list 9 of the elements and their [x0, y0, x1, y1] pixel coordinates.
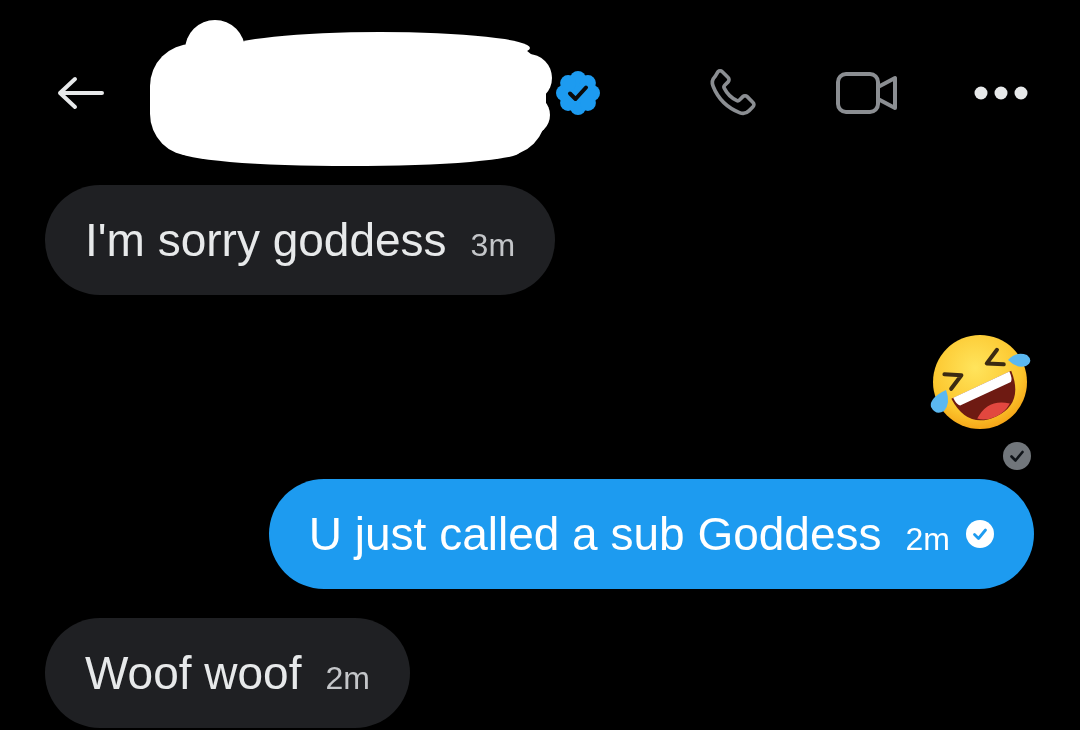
- message-time: 3m: [470, 226, 516, 265]
- message-text: Woof woof: [85, 648, 302, 698]
- video-camera-icon[interactable]: [836, 71, 898, 114]
- message-time: 2m: [325, 659, 370, 698]
- message-text: I'm sorry goddess: [85, 215, 447, 265]
- back-arrow-icon[interactable]: [55, 75, 105, 110]
- message-text: U just called a sub Goddess: [308, 509, 882, 559]
- message-time: 2m: [905, 520, 950, 559]
- more-options-icon[interactable]: [974, 85, 1028, 100]
